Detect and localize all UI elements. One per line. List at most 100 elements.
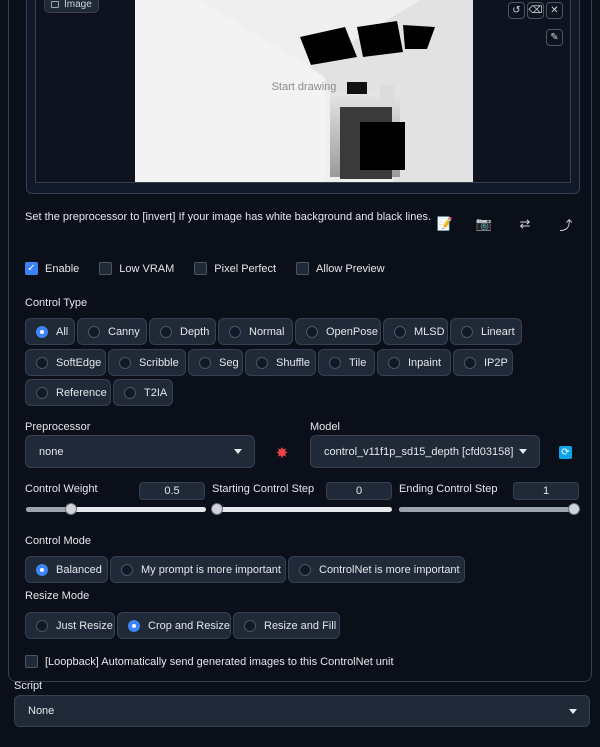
explosion-icon: ✸ bbox=[275, 445, 289, 462]
script-dropdown[interactable]: None bbox=[14, 695, 590, 727]
radio-dot bbox=[128, 619, 140, 632]
resize-mode-just-resize[interactable]: Just Resize bbox=[25, 612, 115, 639]
radio-dot bbox=[124, 386, 136, 399]
send-dimensions-button[interactable]: ⤴ bbox=[557, 215, 575, 233]
slider-thumb[interactable] bbox=[568, 503, 580, 515]
undo-button[interactable]: ↺ bbox=[508, 2, 525, 19]
control-type-tile[interactable]: Tile bbox=[318, 349, 375, 376]
control-type-softedge[interactable]: SoftEdge bbox=[25, 349, 106, 376]
ending-step-label: Ending Control Step bbox=[399, 483, 498, 495]
radio-dot bbox=[299, 563, 311, 576]
control-mode-controlnet[interactable]: ControlNet is more important bbox=[288, 556, 465, 583]
camera-button[interactable]: 📷 bbox=[475, 215, 493, 233]
eraser-button[interactable]: ⌫ bbox=[527, 2, 544, 19]
chevron-down-icon bbox=[569, 709, 577, 714]
curved-arrow-icon: ⤴ bbox=[559, 217, 573, 233]
radio-dot bbox=[394, 325, 406, 338]
radio-dot bbox=[329, 356, 341, 369]
close-icon: ✕ bbox=[550, 5, 559, 16]
control-type-inpaint[interactable]: Inpaint bbox=[377, 349, 451, 376]
control-type-depth[interactable]: Depth bbox=[149, 318, 216, 345]
control-type-shuffle[interactable]: Shuffle bbox=[245, 349, 316, 376]
checkbox-box[interactable] bbox=[296, 262, 310, 275]
model-label: Model bbox=[310, 421, 340, 433]
radio-dot bbox=[464, 356, 476, 369]
refresh-models-button[interactable]: ⟳ bbox=[559, 446, 572, 459]
radio-dot bbox=[229, 325, 241, 338]
control-weight-slider[interactable] bbox=[26, 503, 206, 515]
starting-step-input[interactable]: 0 bbox=[326, 482, 392, 500]
control-type-t2ia[interactable]: T2IA bbox=[113, 379, 173, 406]
image-label: Image bbox=[44, 0, 99, 13]
pixel-perfect-checkbox[interactable]: Pixel Perfect bbox=[194, 262, 276, 275]
control-type-openpose[interactable]: OpenPose bbox=[295, 318, 381, 345]
image-frame: Image Start drawing ↺ ⌫ ✕ ✎ bbox=[35, 0, 571, 183]
radio-dot bbox=[199, 356, 211, 369]
radio-dot bbox=[256, 356, 268, 369]
preprocessor-dropdown[interactable]: none bbox=[25, 435, 255, 468]
chevron-down-icon bbox=[519, 449, 527, 454]
checkbox-box[interactable] bbox=[99, 262, 113, 275]
allow-preview-checkbox[interactable]: Allow Preview bbox=[296, 262, 385, 275]
low-vram-checkbox[interactable]: Low VRAM bbox=[99, 262, 174, 275]
radio-dot bbox=[461, 325, 473, 338]
control-type-reference[interactable]: Reference bbox=[25, 379, 111, 406]
refresh-icon: ⟳ bbox=[561, 447, 570, 458]
preprocessor-hint: Set the preprocessor to [invert] If your… bbox=[25, 211, 431, 223]
slider-thumb[interactable] bbox=[65, 503, 77, 515]
slider-thumb[interactable] bbox=[211, 503, 223, 515]
radio-dot bbox=[36, 563, 48, 576]
radio-dot bbox=[388, 356, 400, 369]
resize-mode-resize-and-fill[interactable]: Resize and Fill bbox=[233, 612, 340, 639]
radio-dot bbox=[119, 356, 131, 369]
undo-icon: ↺ bbox=[512, 5, 521, 16]
control-type-ip2p[interactable]: IP2P bbox=[453, 349, 513, 376]
loopback-checkbox[interactable]: [Loopback] Automatically send generated … bbox=[25, 655, 394, 668]
chevron-down-icon bbox=[234, 449, 242, 454]
checkbox-box[interactable]: ✓ bbox=[25, 262, 38, 275]
control-type-canny[interactable]: Canny bbox=[77, 318, 147, 345]
control-mode-label: Control Mode bbox=[25, 535, 92, 547]
control-type-mlsd[interactable]: MLSD bbox=[383, 318, 448, 345]
radio-dot bbox=[36, 325, 48, 338]
control-type-scribble[interactable]: Scribble bbox=[108, 349, 186, 376]
preprocessor-label: Preprocessor bbox=[25, 421, 91, 433]
control-type-seg[interactable]: Seg bbox=[188, 349, 243, 376]
control-weight-label: Control Weight bbox=[25, 483, 98, 495]
drawing-canvas[interactable]: Start drawing bbox=[135, 0, 473, 182]
starting-step-slider[interactable] bbox=[211, 503, 392, 515]
control-mode-balanced[interactable]: Balanced bbox=[25, 556, 108, 583]
script-label: Script bbox=[14, 680, 43, 692]
radio-dot bbox=[36, 386, 48, 399]
control-mode-prompt[interactable]: My prompt is more important bbox=[110, 556, 286, 583]
ending-step-input[interactable]: 1 bbox=[513, 482, 579, 500]
radio-dot bbox=[160, 325, 172, 338]
checkbox-box[interactable] bbox=[194, 262, 208, 275]
checkbox-box[interactable] bbox=[25, 655, 38, 668]
ending-step-slider[interactable] bbox=[399, 503, 580, 515]
new-canvas-button[interactable]: 📝 bbox=[436, 215, 454, 233]
document-icon: 📝 bbox=[436, 216, 454, 231]
control-weight-input[interactable]: 0.5 bbox=[139, 482, 205, 500]
radio-dot bbox=[36, 619, 48, 632]
control-type-normal[interactable]: Normal bbox=[218, 318, 293, 345]
run-preprocessor-button[interactable]: ✸ bbox=[272, 444, 292, 462]
model-dropdown[interactable]: control_v11f1p_sd15_depth [cfd03158] bbox=[310, 435, 540, 468]
resize-mode-crop-and-resize[interactable]: Crop and Resize bbox=[117, 612, 231, 639]
radio-dot bbox=[244, 619, 256, 632]
swap-dimensions-button[interactable]: ⇄ bbox=[516, 215, 534, 233]
control-type-label: Control Type bbox=[25, 297, 88, 309]
enable-checkbox[interactable]: ✓ Enable bbox=[25, 262, 79, 275]
camera-icon: 📷 bbox=[475, 216, 493, 231]
image-icon bbox=[51, 1, 59, 8]
slider-fill bbox=[399, 507, 574, 512]
image-input-block: Image Start drawing ↺ ⌫ ✕ ✎ bbox=[26, 0, 580, 194]
radio-dot bbox=[306, 325, 318, 338]
control-type-all[interactable]: All bbox=[25, 318, 75, 345]
pen-icon: ✎ bbox=[550, 32, 559, 43]
start-drawing-hint: Start drawing bbox=[271, 81, 337, 93]
brush-button[interactable]: ✎ bbox=[546, 29, 563, 46]
swap-icon: ⇄ bbox=[519, 216, 531, 231]
close-button[interactable]: ✕ bbox=[546, 2, 563, 19]
control-type-lineart[interactable]: Lineart bbox=[450, 318, 522, 345]
